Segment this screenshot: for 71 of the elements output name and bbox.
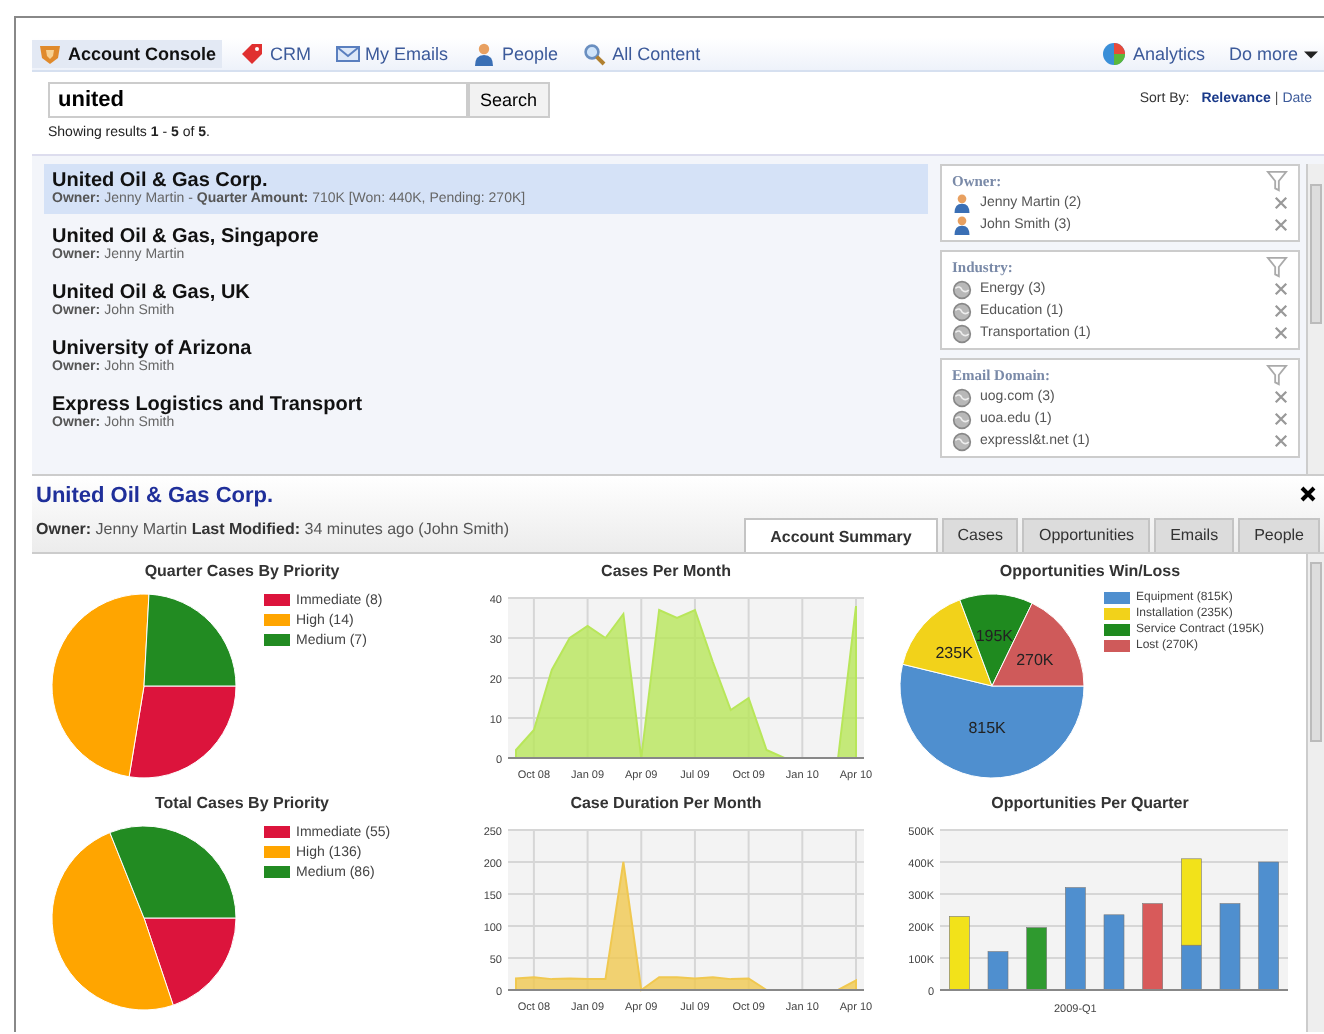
legend-swatch xyxy=(1104,640,1130,652)
more-menu[interactable]: Do more xyxy=(1222,42,1324,66)
pie-chart-icon xyxy=(1102,42,1127,66)
close-icon[interactable] xyxy=(1300,486,1316,502)
nav-tab[interactable]: All Content xyxy=(576,40,707,68)
account-meta: Owner: Jenny Martin Last Modified: 34 minutes ago (John Smith) xyxy=(36,520,510,538)
legend-swatch xyxy=(264,614,290,626)
bar xyxy=(949,916,970,991)
chart-title: Quarter Cases By Priority xyxy=(144,562,340,580)
nav-tab[interactable]: Account Console xyxy=(32,40,223,68)
bar xyxy=(1026,927,1047,991)
filter-icon xyxy=(1266,364,1288,386)
globe-icon xyxy=(952,323,972,343)
bar xyxy=(1065,887,1086,991)
chart-title: Opportunities Per Quarter xyxy=(991,794,1189,812)
remove-icon[interactable] xyxy=(1274,218,1288,232)
remove-icon[interactable] xyxy=(1274,326,1288,340)
slice-label: 270K xyxy=(1016,651,1054,670)
person-icon xyxy=(952,214,972,236)
tab[interactable]: Opportunities xyxy=(1022,518,1151,552)
search-field[interactable]: united xyxy=(48,82,468,118)
legend-swatch xyxy=(1104,608,1130,620)
globe-icon xyxy=(952,431,972,451)
bar xyxy=(987,951,1009,991)
slice-label: 195K xyxy=(975,627,1014,646)
slice-label: 815K xyxy=(968,719,1006,738)
search-button[interactable]: Search xyxy=(468,82,550,118)
analytics-link[interactable]: Analytics xyxy=(1096,40,1211,68)
legend-swatch xyxy=(264,846,290,858)
scrollbar[interactable] xyxy=(1306,164,1324,474)
filter-icon xyxy=(1266,170,1288,192)
legend-swatch xyxy=(1104,592,1130,604)
account-title: United Oil & Gas Corp. xyxy=(36,484,276,508)
globe-icon xyxy=(952,409,972,429)
slice-label: 235K xyxy=(935,644,973,663)
remove-icon[interactable] xyxy=(1274,390,1288,404)
bar xyxy=(1219,903,1241,991)
globe-icon xyxy=(952,387,972,407)
legend-swatch xyxy=(264,826,290,838)
globe-icon xyxy=(952,301,972,321)
tab[interactable]: Emails xyxy=(1154,518,1235,552)
bar xyxy=(1142,903,1163,991)
chart-title: Total Cases By Priority xyxy=(155,794,329,812)
bar xyxy=(1258,861,1279,991)
nav-tab[interactable]: My Emails xyxy=(329,40,455,68)
legend-swatch xyxy=(264,594,290,606)
legend-swatch xyxy=(264,634,290,646)
nav-tab[interactable]: People xyxy=(466,40,565,68)
scrollbar[interactable] xyxy=(1306,554,1324,1032)
chart-title: Cases Per Month xyxy=(601,562,731,580)
badge-icon xyxy=(38,42,62,66)
remove-icon[interactable] xyxy=(1274,196,1288,210)
tab[interactable]: Cases xyxy=(941,518,1019,552)
tag-icon xyxy=(240,42,265,66)
person-icon xyxy=(472,42,497,66)
tab[interactable]: Account Summary xyxy=(744,518,938,552)
globe-icon xyxy=(952,279,972,299)
remove-icon[interactable] xyxy=(1274,434,1288,448)
person-icon xyxy=(952,192,972,214)
nav-tab[interactable]: CRM xyxy=(234,40,318,68)
chart-title: Opportunities Win/Loss xyxy=(999,562,1181,580)
caret-icon xyxy=(1304,47,1318,61)
filter-icon xyxy=(1266,256,1288,278)
bar xyxy=(1103,914,1125,991)
remove-icon[interactable] xyxy=(1274,282,1288,296)
tab[interactable]: People xyxy=(1238,518,1320,552)
legend-swatch xyxy=(1104,624,1130,636)
legend-swatch xyxy=(264,866,290,878)
remove-icon[interactable] xyxy=(1274,412,1288,426)
chart-title: Case Duration Per Month xyxy=(570,794,762,812)
remove-icon[interactable] xyxy=(1274,304,1288,318)
